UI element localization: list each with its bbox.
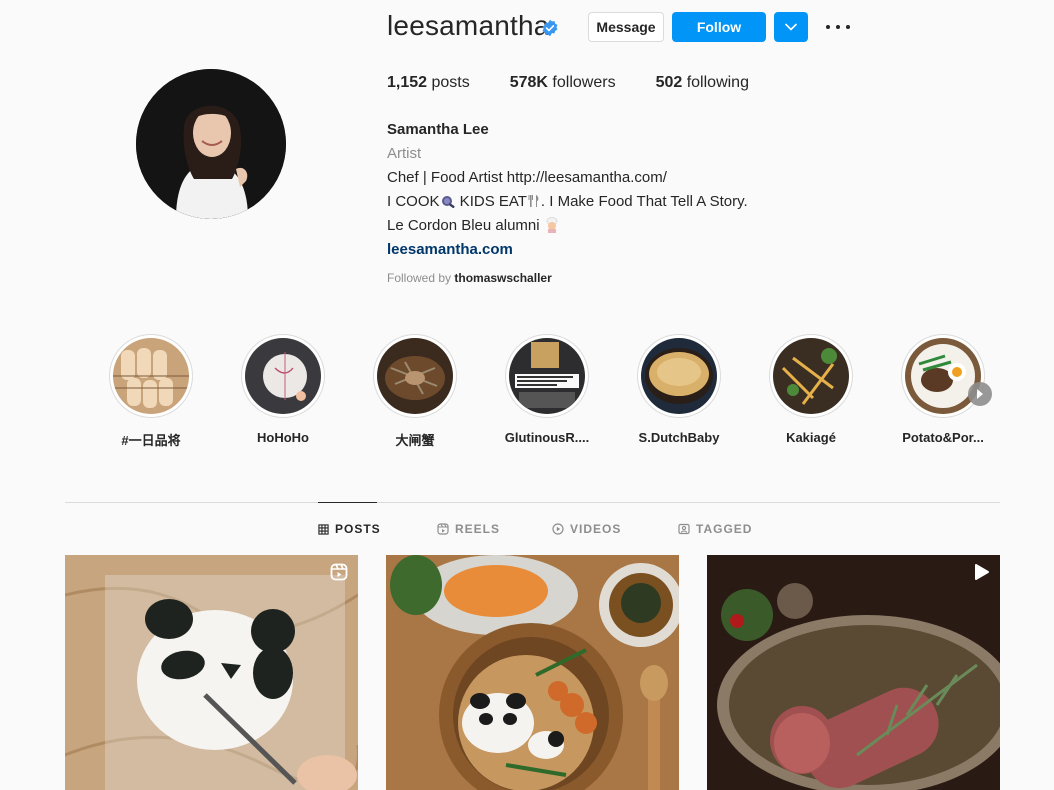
options-more-icon[interactable] [826, 18, 850, 36]
story-highlight[interactable]: HoHoHo [238, 334, 328, 445]
post-image [707, 555, 1000, 790]
category-label: Artist [387, 145, 422, 162]
followers-link[interactable]: 578K followers [510, 74, 616, 92]
highlight-cover [905, 338, 981, 414]
post-image [65, 555, 358, 790]
highlight-cover [113, 338, 189, 414]
reels-icon [437, 523, 449, 535]
highlight-cover [377, 338, 453, 414]
grid-icon [318, 523, 329, 535]
story-highlight[interactable]: GlutinousR.... [502, 334, 592, 445]
bio-line-2: I COOK KIDS EAT. I Make Food That Tell A… [387, 193, 748, 210]
post-image [386, 555, 679, 790]
cook-emoji-icon [546, 217, 558, 233]
story-highlight[interactable]: #一日品将 [106, 334, 196, 449]
story-highlight[interactable]: Kakiagé [766, 334, 856, 445]
post-thumbnail[interactable] [386, 555, 679, 790]
tab-reels[interactable]: REELS [437, 522, 500, 536]
full-name: Samantha Lee [387, 121, 489, 138]
tagged-icon [678, 523, 690, 535]
profile-avatar[interactable] [136, 69, 286, 219]
followed-by: Followed by thomaswschaller [387, 271, 552, 285]
verified-badge-icon [542, 19, 558, 37]
tab-videos[interactable]: VIDEOS [552, 522, 621, 536]
post-thumbnail[interactable] [707, 555, 1000, 790]
fork-knife-icon [528, 195, 539, 207]
bio-line-1: Chef | Food Artist http://leesamantha.co… [387, 169, 667, 186]
profile-username: leesamantha [387, 10, 550, 41]
highlight-cover [641, 338, 717, 414]
suggested-accounts-button[interactable] [774, 12, 808, 42]
frying-pan-icon [441, 196, 455, 209]
message-button[interactable]: Message [588, 12, 664, 42]
chevron-right-icon [977, 389, 983, 399]
tab-posts[interactable]: POSTS [318, 522, 381, 536]
highlights-next-button[interactable] [968, 382, 992, 406]
profile-stats: 1,152 posts 578K followers 502 following [387, 74, 749, 92]
reels-badge-icon [330, 563, 348, 586]
highlight-label: Potato&Por... [902, 430, 984, 445]
video-play-icon [552, 523, 564, 535]
highlight-label: S.DutchBaby [638, 430, 720, 445]
posts-count: 1,152 posts [387, 74, 470, 91]
story-highlight[interactable]: 大闸蟹 [370, 334, 460, 449]
profile-bio: Samantha Lee Artist Chef | Food Artist h… [387, 118, 907, 286]
website-link[interactable]: leesamantha.com [387, 238, 907, 262]
highlight-cover [773, 338, 849, 414]
highlight-label: #一日品将 [121, 433, 181, 448]
follow-button[interactable]: Follow [672, 12, 766, 42]
highlight-label: Kakiagé [786, 430, 836, 445]
tab-tagged[interactable]: TAGGED [678, 522, 752, 536]
avatar-image [136, 69, 286, 219]
highlight-label: GlutinousR.... [504, 430, 590, 445]
story-highlight[interactable]: S.DutchBaby [634, 334, 724, 445]
highlight-label: 大闸蟹 [395, 433, 435, 448]
highlight-label: HoHoHo [257, 430, 309, 445]
followed-by-user-link[interactable]: thomaswschaller [454, 271, 551, 285]
highlight-cover [245, 338, 321, 414]
video-badge-icon [974, 563, 990, 586]
active-tab-indicator [318, 502, 377, 503]
tabs-divider [65, 502, 1000, 503]
chevron-down-icon [785, 23, 797, 31]
bio-line-3: Le Cordon Bleu alumni [387, 214, 907, 238]
highlight-cover [509, 338, 585, 414]
post-thumbnail[interactable] [65, 555, 358, 790]
following-link[interactable]: 502 following [656, 74, 749, 92]
